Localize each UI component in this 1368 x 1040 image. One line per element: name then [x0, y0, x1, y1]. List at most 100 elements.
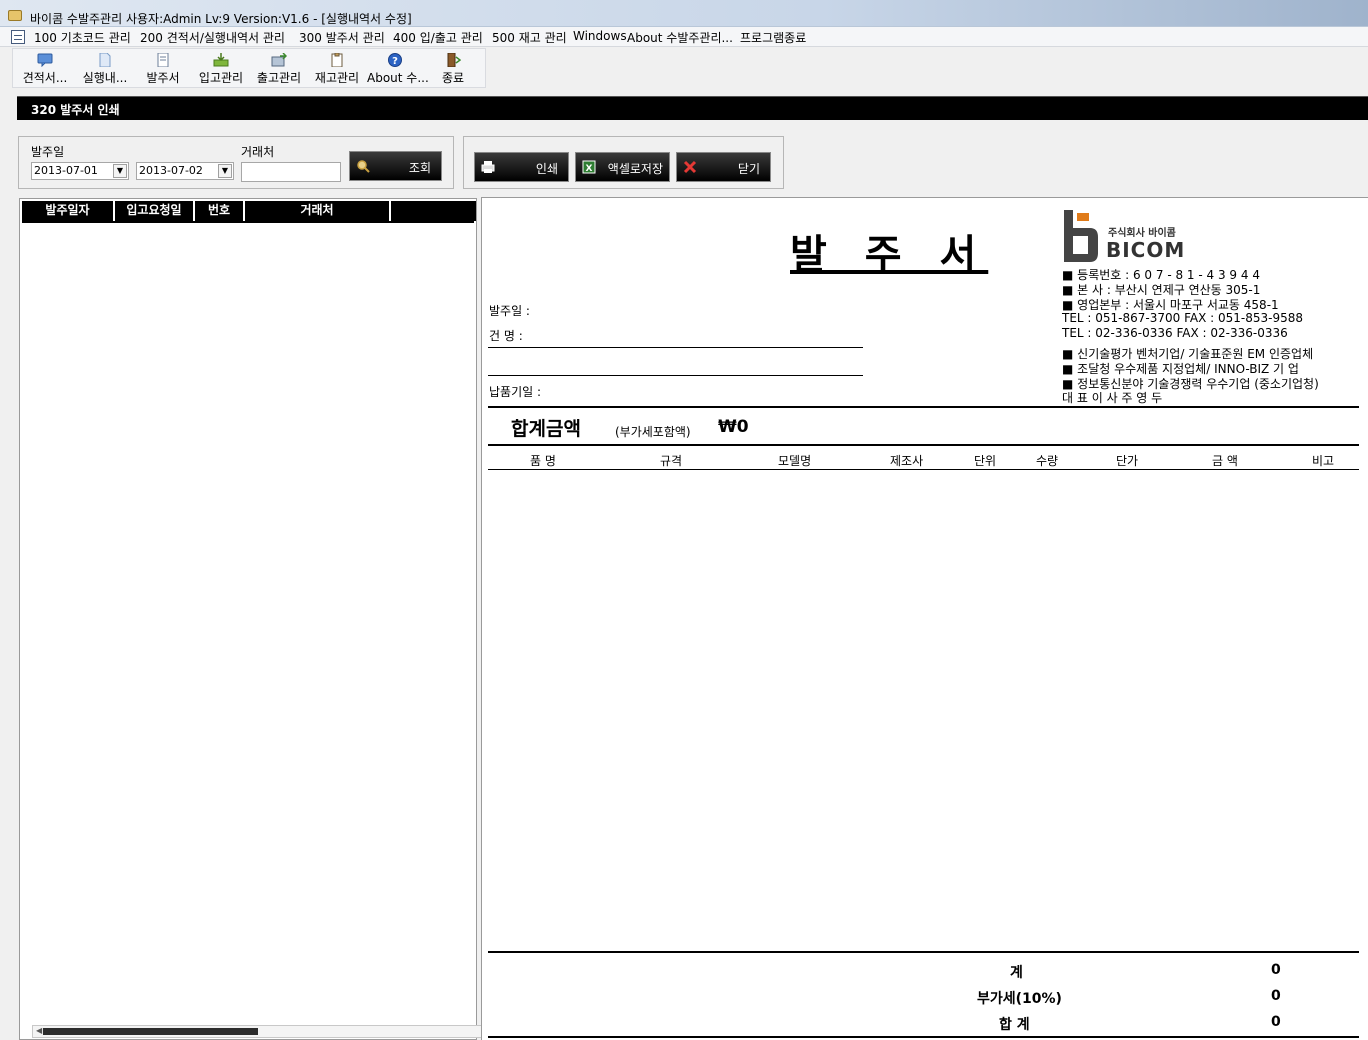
summary-top-rule [488, 951, 1359, 953]
close-icon [683, 160, 697, 174]
menu-windows[interactable]: Windows [573, 29, 627, 43]
col-item-name: 품 명 [530, 454, 556, 468]
total-top-rule [488, 406, 1359, 408]
date-from-picker[interactable]: 2013-07-01 ▼ [31, 162, 129, 180]
col-request-date[interactable]: 입고요청일 [115, 201, 195, 221]
toolbar-estimate-label: 견적서... [22, 71, 68, 85]
vat-label: 부가세(10%) [977, 991, 1062, 1007]
toolbar-order-label: 발주서 [146, 71, 180, 85]
toolbar-estimate-button[interactable]: 견적서... [17, 51, 73, 87]
toolbar-about-button[interactable]: ? About 수... [367, 51, 429, 87]
col-maker: 제조사 [890, 454, 924, 468]
toolbar-outbound-button[interactable]: 출고관리 [251, 51, 307, 87]
col-extra[interactable] [391, 201, 476, 221]
subtotal-label: 계 [1010, 965, 1023, 981]
subject-field-label: 건 명 : [489, 329, 523, 343]
order-list-grid[interactable]: 발주일자 입고요청일 번호 거래처 [19, 198, 477, 1040]
summary-bottom-rule [488, 1036, 1359, 1038]
menu-inout[interactable]: 400 입/출고 관리 [393, 29, 483, 46]
toolbar-execution-button[interactable]: 실행내... [77, 51, 133, 87]
outbox-icon [271, 53, 287, 67]
col-number[interactable]: 번호 [195, 201, 245, 221]
col-quantity: 수량 [1036, 454, 1059, 468]
grid-header-underline [22, 221, 474, 223]
logo-company-name: BICOM [1106, 238, 1186, 262]
bicom-logo-icon [1064, 210, 1098, 262]
form-title: 320 발주서 인쇄 [31, 103, 120, 117]
toolbar-inbound-label: 입고관리 [198, 71, 244, 85]
printer-icon [481, 161, 495, 173]
excel-export-label: 액셀로저장 [607, 162, 663, 176]
menu-bar: 100 기초코드 관리 200 견적서/실행내역서 관리 300 발주서 관리 … [0, 27, 1368, 47]
menu-estimates[interactable]: 200 견적서/실행내역서 관리 [140, 29, 285, 46]
menu-stock[interactable]: 500 재고 관리 [492, 29, 567, 46]
search-icon [357, 160, 370, 173]
report-title: 발 주 서 [790, 232, 989, 278]
document-icon [99, 53, 111, 67]
excel-icon: X [582, 160, 596, 174]
menu-about[interactable]: About 수발주관리... [627, 29, 733, 46]
grand-total-value: 0 [1271, 1014, 1281, 1030]
col-unit: 단위 [974, 454, 997, 468]
close-label: 닫기 [737, 162, 760, 176]
items-header-top-rule [488, 444, 1359, 446]
exit-door-icon [447, 53, 461, 67]
scroll-thumb[interactable] [43, 1028, 258, 1035]
inbox-icon [213, 53, 229, 67]
col-spec: 규격 [660, 454, 683, 468]
toolbar-stock-label: 재고관리 [314, 71, 360, 85]
clipboard-icon [331, 53, 343, 67]
date-to-picker[interactable]: 2013-07-02 ▼ [136, 162, 234, 180]
report-preview: 발 주 서 주식회사 바이콤 BICOM ■ 등록번호 : 6 0 7 - 8 … [481, 197, 1368, 1040]
company-line-5: TEL : 02-336-0336 FAX : 02-336-0336 [1062, 326, 1288, 340]
toolbar-order-button[interactable]: 발주서 [135, 51, 191, 87]
company-line-4: TEL : 051-867-3700 FAX : 051-853-9588 [1062, 311, 1304, 325]
total-amount-value: ₩0 [718, 417, 749, 437]
print-label: 인쇄 [535, 162, 558, 176]
toolbar-inbound-button[interactable]: 입고관리 [193, 51, 249, 87]
window-title: 바이콤 수발주관리 사용자:Admin Lv:9 Version:V1.6 - … [30, 12, 412, 26]
toolbar-exit-button[interactable]: 종료 [425, 51, 481, 87]
page-icon [157, 53, 169, 67]
menu-exit[interactable]: 프로그램종료 [740, 29, 806, 46]
toolbar-exit-label: 종료 [441, 71, 465, 85]
col-unit-price: 단가 [1116, 454, 1139, 468]
vendor-label: 거래처 [241, 145, 275, 159]
grid-header: 발주일자 입고요청일 번호 거래처 [22, 201, 476, 221]
toolbar-stock-button[interactable]: 재고관리 [309, 51, 365, 87]
app-icon [8, 10, 22, 21]
list-horizontal-scrollbar[interactable]: ◀ ▶ [32, 1025, 494, 1038]
excel-export-button[interactable]: X 액셀로저장 [575, 152, 670, 182]
subject-underline [488, 347, 863, 348]
date-to-value: 2013-07-02 [139, 164, 203, 177]
subtotal-value: 0 [1271, 962, 1281, 978]
menu-orders[interactable]: 300 발주서 관리 [299, 29, 385, 46]
title-bar: 바이콤 수발주관리 사용자:Admin Lv:9 Version:V1.6 - … [0, 0, 1368, 27]
search-button[interactable]: 조회 [349, 151, 442, 181]
search-label: 조회 [408, 161, 431, 175]
chevron-down-icon[interactable]: ▼ [218, 164, 232, 178]
col-order-date[interactable]: 발주일자 [22, 201, 115, 221]
svg-text:X: X [586, 164, 593, 174]
order-date-field-label: 발주일 : [489, 304, 530, 318]
toolbar-execution-label: 실행내... [82, 71, 128, 85]
mdi-document-icon[interactable] [11, 30, 25, 44]
filter-group: 발주일 거래처 2013-07-01 ▼ 2013-07-02 ▼ 조회 [18, 136, 454, 189]
vendor-input[interactable] [241, 162, 341, 182]
col-model: 모델명 [778, 454, 812, 468]
menu-basic-codes[interactable]: 100 기초코드 관리 [34, 29, 131, 46]
subject-underline-2 [488, 375, 863, 376]
print-button[interactable]: 인쇄 [474, 152, 569, 182]
scroll-left-icon[interactable]: ◀ [36, 1026, 42, 1035]
actions-group: 인쇄 X 액셀로저장 닫기 [463, 136, 784, 189]
toolbar-about-label: About 수... [367, 71, 429, 85]
grand-total-label: 합 계 [999, 1017, 1030, 1033]
total-amount-label: 합계금액 [511, 418, 581, 440]
vat-value: 0 [1271, 988, 1281, 1004]
chevron-down-icon[interactable]: ▼ [113, 164, 127, 178]
close-button[interactable]: 닫기 [676, 152, 771, 182]
col-vendor[interactable]: 거래처 [245, 201, 391, 221]
date-from-value: 2013-07-01 [34, 164, 98, 177]
toolbar: 견적서... 실행내... 발주서 입고관리 출고관리 재고관리 ? About… [12, 48, 486, 88]
col-remarks: 비고 [1312, 454, 1335, 468]
